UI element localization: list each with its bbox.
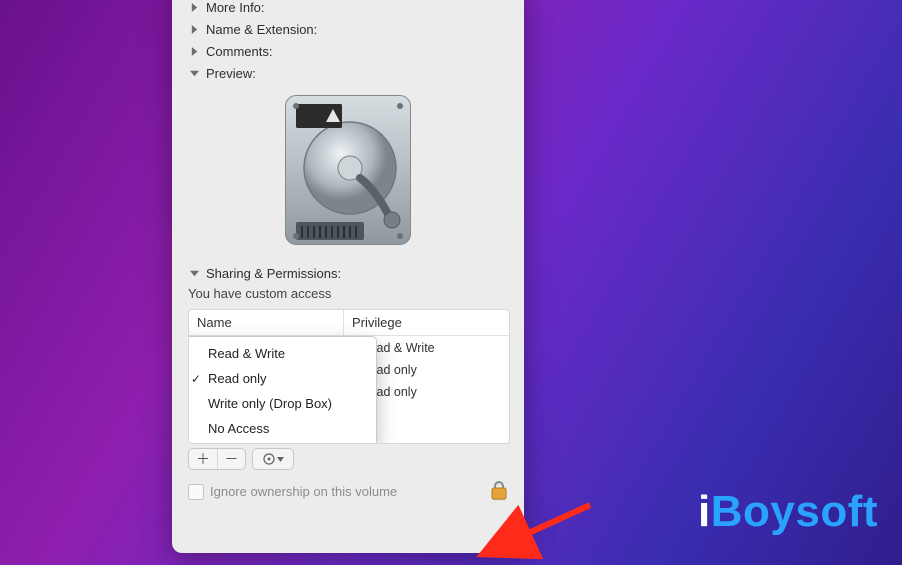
chevron-right-icon [188, 23, 200, 35]
menu-item-no-access[interactable]: No Access [188, 416, 376, 441]
chevron-down-icon [188, 267, 200, 279]
chevron-right-icon [188, 1, 200, 13]
ignore-ownership-checkbox[interactable] [188, 484, 204, 500]
hard-drive-icon [278, 90, 418, 250]
action-menu-segment [252, 448, 294, 470]
desktop-background: More Info: Name & Extension: Comments: P… [0, 0, 902, 565]
section-name-extension[interactable]: Name & Extension: [188, 18, 508, 40]
section-label: More Info: [206, 0, 265, 15]
menu-item-label: Write only (Drop Box) [208, 396, 332, 411]
section-preview[interactable]: Preview: [188, 62, 508, 84]
ignore-ownership-row: Ignore ownership on this volume [188, 480, 508, 503]
menu-item-read-only[interactable]: ✓ Read only [188, 366, 376, 391]
section-more-info[interactable]: More Info: [188, 0, 508, 18]
gear-ellipsis-icon [263, 453, 284, 465]
column-header-privilege[interactable]: Privilege [344, 310, 509, 335]
access-summary: You have custom access [188, 286, 508, 301]
section-label: Comments: [206, 44, 272, 59]
menu-item-read-write[interactable]: Read & Write [188, 341, 376, 366]
column-header-name[interactable]: Name [189, 310, 344, 335]
section-sharing-permissions[interactable]: Sharing & Permissions: [188, 262, 508, 284]
table-action-bar: ＋ － [188, 448, 508, 470]
menu-item-label: Read & Write [208, 346, 285, 361]
get-info-window: More Info: Name & Extension: Comments: P… [172, 0, 524, 553]
ignore-ownership-label: Ignore ownership on this volume [210, 484, 397, 499]
watermark-rest: Boysoft [711, 487, 878, 537]
menu-item-label: Read only [208, 371, 267, 386]
action-menu-button[interactable] [253, 449, 293, 469]
chevron-down-icon [188, 67, 200, 79]
remove-button[interactable]: － [217, 449, 245, 469]
permissions-table: Name Privilege connieyang ( ▴▾ Read & Wr… [188, 309, 510, 444]
checkmark-icon: ✓ [190, 372, 202, 386]
chevron-right-icon [188, 45, 200, 57]
watermark-iboysoft: iBoysoft [698, 487, 878, 537]
menu-item-write-only[interactable]: Write only (Drop Box) [188, 391, 376, 416]
privilege-dropdown-menu: Read & Write ✓ Read only Write only (Dro… [188, 336, 377, 444]
preview-image-container [188, 90, 508, 250]
section-label: Name & Extension: [206, 22, 317, 37]
section-label: Sharing & Permissions: [206, 266, 341, 281]
add-button[interactable]: ＋ [189, 449, 217, 469]
table-header: Name Privilege [189, 310, 509, 336]
section-label: Preview: [206, 66, 256, 81]
menu-item-label: No Access [208, 421, 269, 436]
add-remove-segment: ＋ － [188, 448, 246, 470]
lock-icon[interactable] [490, 480, 508, 503]
watermark-prefix: i [698, 487, 711, 537]
section-comments[interactable]: Comments: [188, 40, 508, 62]
